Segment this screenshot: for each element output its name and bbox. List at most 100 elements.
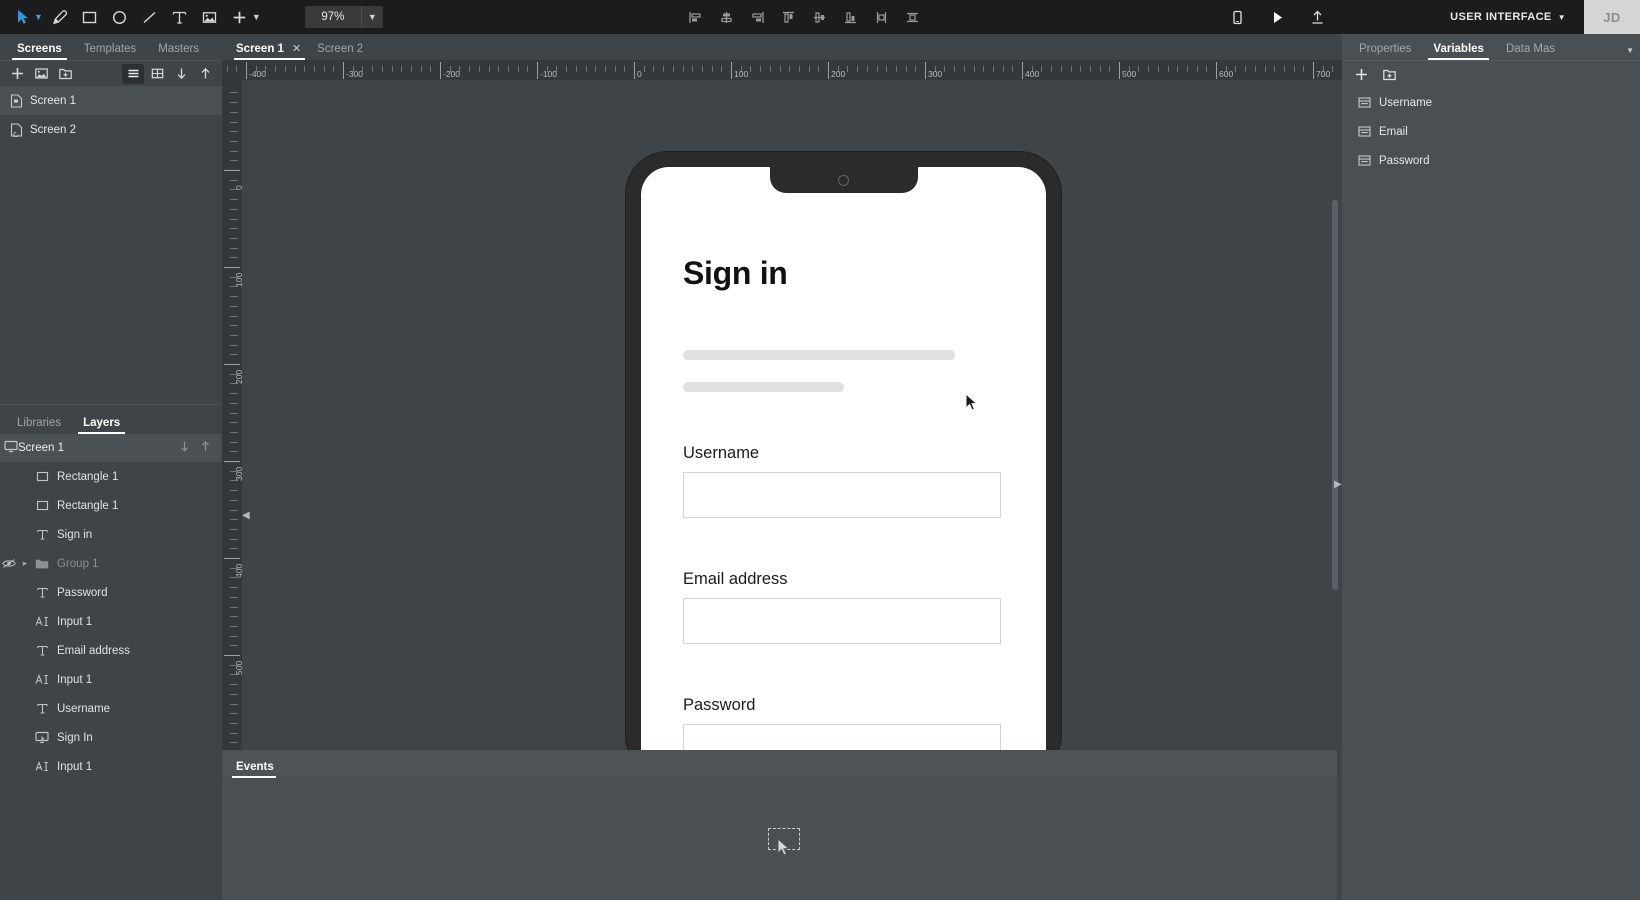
- add-tool-caret-icon[interactable]: ▼: [252, 12, 261, 22]
- canvas-vertical-scrollbar[interactable]: [1332, 200, 1338, 590]
- more-tabs-chevron-icon[interactable]: ▼: [1626, 46, 1634, 55]
- align-top-icon[interactable]: [773, 2, 804, 32]
- username-input[interactable]: [683, 472, 1001, 518]
- variable-row[interactable]: Password: [1342, 146, 1640, 175]
- ruler-tick: [230, 121, 238, 123]
- variable-row[interactable]: Username: [1342, 88, 1640, 117]
- ruler-tick: [230, 509, 238, 511]
- tab-templates[interactable]: Templates: [73, 43, 147, 60]
- ruler-tick: [230, 645, 238, 647]
- ruler-tick: [230, 519, 238, 521]
- ruler-tick: [973, 66, 975, 72]
- plus-icon[interactable]: [1350, 65, 1372, 85]
- ellipse-icon[interactable]: [105, 2, 135, 32]
- rectangle-icon[interactable]: [75, 2, 105, 32]
- phone-notch: [769, 167, 918, 193]
- distribute-h-icon[interactable]: [897, 2, 928, 32]
- layer-row[interactable]: Sign in: [0, 520, 222, 549]
- screen-list-item-screen-2[interactable]: Screen 2: [0, 115, 222, 144]
- ruler-tick: [230, 393, 238, 395]
- ruler-tick: [779, 66, 781, 72]
- tab-data-masters[interactable]: Data Mas: [1495, 43, 1566, 60]
- ruler-label: -200: [443, 69, 461, 79]
- ruler-tick: [585, 66, 587, 72]
- layer-label: Input 1: [57, 760, 93, 773]
- select-tool-caret-icon[interactable]: ▼: [34, 12, 43, 22]
- right-panel: Properties Variables Data Mas ▼ Username…: [1334, 34, 1640, 900]
- layer-row[interactable]: Sign In: [0, 723, 222, 752]
- line-icon[interactable]: [135, 2, 165, 32]
- tab-variables[interactable]: Variables: [1422, 43, 1495, 60]
- avatar[interactable]: JD: [1584, 0, 1640, 34]
- distribute-v-icon[interactable]: [866, 2, 897, 32]
- play-icon[interactable]: [1262, 2, 1292, 32]
- design-canvas[interactable]: Sign in Username Email address Password …: [242, 80, 1342, 780]
- ruler-tick: [1206, 66, 1208, 72]
- ruler-tick: [789, 66, 791, 72]
- ruler-tick: [1109, 66, 1111, 72]
- screen-list-item-screen-1[interactable]: Screen 1: [0, 86, 222, 115]
- ruler-tick: [224, 655, 240, 656]
- text-t-icon[interactable]: [165, 2, 195, 32]
- variable-row[interactable]: Email: [1342, 117, 1640, 146]
- tab-events[interactable]: Events: [232, 761, 284, 778]
- upload-icon[interactable]: [1302, 2, 1332, 32]
- variables-toolbar: [1342, 60, 1640, 88]
- layer-row[interactable]: Input 1: [0, 665, 222, 694]
- list-icon[interactable]: [122, 63, 144, 84]
- tab-screens[interactable]: Screens: [6, 43, 73, 60]
- phone-mockup[interactable]: Sign in Username Email address Password: [626, 152, 1061, 780]
- pen-icon[interactable]: [45, 2, 75, 32]
- zoom-control[interactable]: 97% ▼: [304, 6, 383, 28]
- plus-icon[interactable]: [6, 64, 28, 84]
- plus-icon[interactable]: [225, 2, 255, 32]
- layer-row[interactable]: Input 1: [0, 607, 222, 636]
- horizontal-ruler: -400 -300 -200 -100 0 100 200 300 400 500 600 700: [222, 60, 1342, 80]
- align-bottom-icon[interactable]: [835, 2, 866, 32]
- chevron-down-icon[interactable]: ▼: [360, 6, 383, 28]
- layer-row[interactable]: Username: [0, 694, 222, 723]
- tab-properties[interactable]: Properties: [1348, 43, 1422, 60]
- mobile-device-icon[interactable]: [1222, 2, 1252, 32]
- ruler-tick: [1264, 66, 1266, 72]
- align-left-icon[interactable]: [680, 2, 711, 32]
- layer-row[interactable]: Input 1: [0, 752, 222, 781]
- folder-plus-icon[interactable]: [1378, 65, 1400, 85]
- align-right-icon[interactable]: [742, 2, 773, 32]
- ruler-tick: [604, 66, 606, 72]
- grid-icon[interactable]: [146, 64, 168, 84]
- ruler-tick: [1041, 66, 1043, 72]
- tab-masters[interactable]: Masters: [147, 43, 210, 60]
- eye-hidden-icon[interactable]: [0, 558, 18, 569]
- layer-row[interactable]: Rectangle 1: [0, 462, 222, 491]
- align-center-h-icon[interactable]: [711, 2, 742, 32]
- ruler-tick: [1157, 66, 1159, 72]
- ruler-tick: [663, 66, 665, 72]
- layer-row[interactable]: Email address: [0, 636, 222, 665]
- close-icon[interactable]: ✕: [292, 42, 301, 55]
- ruler-tick: [230, 257, 238, 259]
- layer-root-screen-1[interactable]: Screen 1: [0, 434, 222, 462]
- align-middle-v-icon[interactable]: [804, 2, 835, 32]
- folder-plus-icon[interactable]: [54, 64, 76, 84]
- collapse-right-panel-icon[interactable]: ▶: [1334, 479, 1342, 490]
- user-interface-dropdown[interactable]: USER INTERFACE ▼: [1450, 0, 1566, 34]
- canvas-tab-screen-2[interactable]: Screen 2: [311, 43, 373, 60]
- ruler-tick: [1332, 66, 1334, 72]
- image-icon[interactable]: [195, 2, 225, 32]
- arrow-down-icon[interactable]: [170, 64, 192, 84]
- tab-libraries[interactable]: Libraries: [6, 417, 72, 434]
- canvas-tab-screen-1[interactable]: Screen 1 ✕: [230, 42, 311, 60]
- chevron-right-icon[interactable]: ▸: [18, 558, 32, 569]
- email-input[interactable]: [683, 598, 1001, 644]
- tab-layers[interactable]: Layers: [72, 417, 131, 434]
- layer-move-up-icon[interactable]: [199, 440, 212, 456]
- layer-move-down-icon[interactable]: [178, 440, 191, 456]
- image-icon[interactable]: [30, 64, 52, 84]
- layers-list: Rectangle 1 Rectangle 1 Sign in ▸ Group 1 Pas…: [0, 462, 222, 781]
- layer-row[interactable]: Rectangle 1: [0, 491, 222, 520]
- layer-row[interactable]: Password: [0, 578, 222, 607]
- collapse-left-panel-icon[interactable]: ◀: [242, 510, 250, 521]
- arrow-up-icon[interactable]: [194, 64, 216, 84]
- layer-row[interactable]: ▸ Group 1: [0, 549, 222, 578]
